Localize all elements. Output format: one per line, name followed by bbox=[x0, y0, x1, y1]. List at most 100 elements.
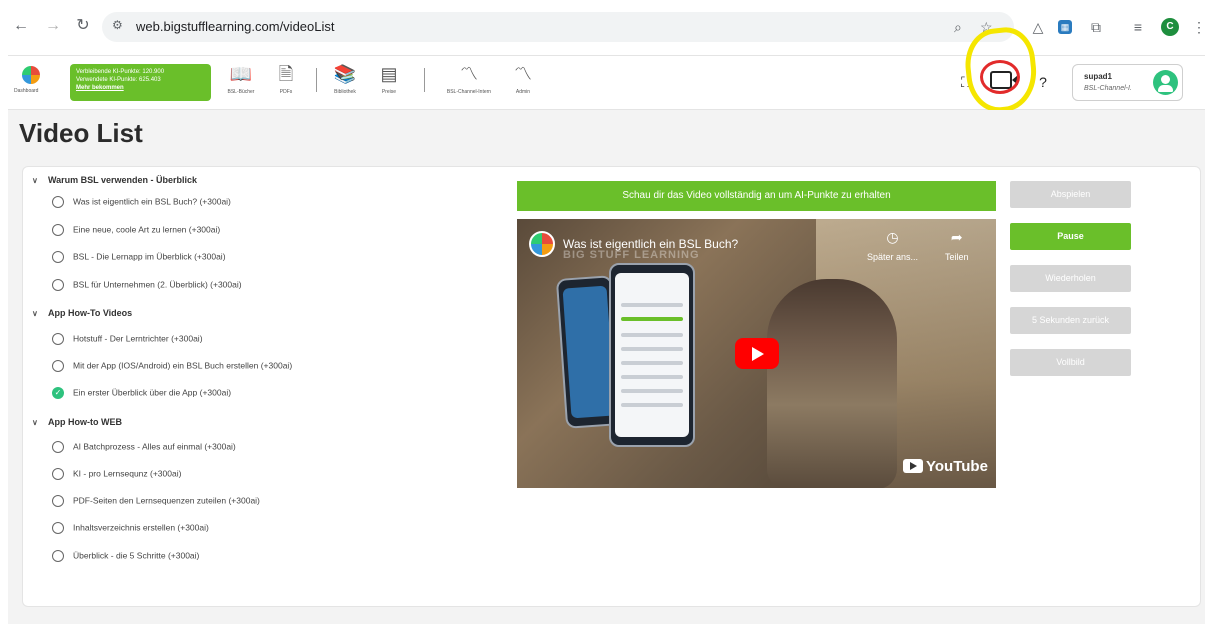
youtube-video-player[interactable]: BIG STUFF LEARNING Was ist eigentlich ei… bbox=[517, 219, 996, 488]
forward-arrow-icon[interactable]: → bbox=[42, 15, 64, 37]
pause-button[interactable]: Pause bbox=[1010, 223, 1131, 250]
list-item[interactable]: Überblick - die 5 Schritte (+300ai) bbox=[52, 550, 199, 562]
video-label: Überblick - die 5 Schritte (+300ai) bbox=[73, 550, 200, 561]
list-item[interactable]: ✓ Ein erster Überblick über die App (+300… bbox=[52, 387, 231, 399]
video-label: PDF-Seiten den Lernsequenzen zuteilen (+… bbox=[73, 495, 260, 506]
radio-unchecked-icon[interactable] bbox=[52, 360, 64, 372]
nav-label: Admin bbox=[515, 89, 531, 95]
extensions-puzzle-icon[interactable]: ⧉ bbox=[1086, 17, 1106, 37]
nav-item-pdfs[interactable]: 🗎 PDFs bbox=[261, 61, 311, 105]
nav-divider bbox=[424, 68, 425, 92]
video-label: Was ist eigentlich ein BSL Buch? (+300ai… bbox=[73, 196, 231, 207]
section-title-text: App How-to WEB bbox=[48, 417, 122, 427]
address-bar[interactable]: ⚙ web.bigstufflearning.com/videoList ⌕ ☆ bbox=[102, 12, 1014, 42]
phone-ui-bar bbox=[621, 403, 683, 407]
video-label: Hotstuff - Der Lerntrichter (+300ai) bbox=[73, 333, 203, 344]
nav-label: Bibliothek bbox=[334, 89, 356, 95]
nav-divider bbox=[316, 68, 317, 92]
list-item[interactable]: BSL für Unternehmen (2. Überblick) (+300… bbox=[52, 279, 242, 291]
nav-label: PDFs bbox=[279, 89, 293, 95]
pricing-icon: ▤ bbox=[380, 64, 398, 84]
radio-unchecked-icon[interactable] bbox=[52, 196, 64, 208]
page-title: Video List bbox=[19, 118, 143, 148]
red-highlight-circle bbox=[980, 60, 1020, 94]
nav-item-bsl-books[interactable]: 📖 BSL-Bücher bbox=[216, 61, 266, 105]
radio-unchecked-icon[interactable] bbox=[52, 468, 64, 480]
user-channel: BSL-Channel-I. bbox=[1084, 85, 1132, 92]
user-card[interactable]: supad1 BSL-Channel-I. bbox=[1072, 64, 1183, 101]
section-header-app-howto[interactable]: ∨ App How-To Videos bbox=[32, 308, 132, 318]
video-label: BSL - Die Lernapp im Überblick (+300ai) bbox=[73, 251, 226, 262]
radio-unchecked-icon[interactable] bbox=[52, 550, 64, 562]
fullscreen-button[interactable]: Vollbild bbox=[1010, 349, 1131, 376]
url-text[interactable]: web.bigstufflearning.com/videoList bbox=[136, 19, 335, 34]
nav-item-pricing[interactable]: ▤ Preise bbox=[364, 61, 414, 105]
section-header-app-howto-web[interactable]: ∨ App How-to WEB bbox=[32, 417, 122, 427]
list-item[interactable]: PDF-Seiten den Lernsequenzen zuteilen (+… bbox=[52, 495, 260, 507]
radio-unchecked-icon[interactable] bbox=[52, 333, 64, 345]
radio-unchecked-icon[interactable] bbox=[52, 495, 64, 507]
chevron-down-icon: ∨ bbox=[32, 418, 38, 427]
list-item[interactable]: KI - pro Lernsequnz (+300ai) bbox=[52, 468, 181, 480]
share-button[interactable]: ➦ Teilen bbox=[945, 229, 969, 262]
share-arrow-icon: ➦ bbox=[950, 229, 963, 245]
nav-item-bsl-channel[interactable]: 〽 BSL-Channel-Intern bbox=[444, 61, 494, 105]
reload-icon[interactable]: ↻ bbox=[72, 15, 94, 37]
list-item[interactable]: Eine neue, coole Art zu lernen (+300ai) bbox=[52, 224, 220, 236]
list-item[interactable]: AI Batchprozess - Alles auf einmal (+300… bbox=[52, 441, 236, 453]
nav-item-library[interactable]: 📚 Bibliothek bbox=[320, 61, 370, 105]
rewind-5-seconds-button[interactable]: 5 Sekunden zurück bbox=[1010, 307, 1131, 334]
dashboard-logo-icon[interactable] bbox=[22, 66, 40, 84]
extension-app-icon[interactable]: ▦ bbox=[1058, 20, 1072, 34]
back-arrow-icon[interactable]: ← bbox=[10, 15, 32, 37]
ai-points-box[interactable]: Verbleibende KI-Punkte: 120.900 Verwende… bbox=[70, 64, 211, 101]
video-label: Ein erster Überblick über die App (+300a… bbox=[73, 387, 232, 398]
play-icon[interactable] bbox=[735, 338, 779, 369]
phone-ui-bar bbox=[621, 303, 683, 307]
youtube-logo[interactable]: YouTube bbox=[903, 458, 988, 475]
book-icon: 📖 bbox=[229, 64, 253, 84]
get-more-points-link[interactable]: Mehr bekommen bbox=[76, 84, 205, 92]
section-title-text: App How-To Videos bbox=[48, 308, 133, 318]
channel-logo-icon[interactable] bbox=[529, 231, 555, 257]
radio-unchecked-icon[interactable] bbox=[52, 224, 64, 236]
radio-unchecked-icon[interactable] bbox=[52, 522, 64, 534]
profile-avatar[interactable]: C bbox=[1161, 18, 1179, 36]
rss-icon: 〽 bbox=[460, 64, 478, 84]
dashboard-label[interactable]: Dashboard bbox=[14, 88, 38, 94]
radio-unchecked-icon[interactable] bbox=[52, 251, 64, 263]
share-label: Teilen bbox=[945, 252, 969, 262]
site-settings-icon[interactable]: ⚙ bbox=[112, 18, 123, 32]
nav-label: Preise bbox=[381, 89, 397, 95]
section-header-why-bsl[interactable]: ∨ Warum BSL verwenden - Überblick bbox=[32, 175, 197, 185]
list-item[interactable]: Mit der App (IOS/Android) ein BSL Buch e… bbox=[52, 360, 292, 372]
repeat-button[interactable]: Wiederholen bbox=[1010, 265, 1131, 292]
radio-unchecked-icon[interactable] bbox=[52, 441, 64, 453]
zoom-icon[interactable]: ⌕ bbox=[954, 19, 962, 36]
phone-ui-bar bbox=[621, 317, 683, 321]
points-remaining: Verbleibende KI-Punkte: 120.900 bbox=[76, 69, 165, 75]
list-item[interactable]: BSL - Die Lernapp im Überblick (+300ai) bbox=[52, 251, 226, 263]
list-item[interactable]: Was ist eigentlich ein BSL Buch? (+300ai… bbox=[52, 196, 231, 208]
library-icon: 📚 bbox=[333, 64, 357, 84]
checkmark-icon[interactable]: ✓ bbox=[52, 387, 64, 399]
reading-list-icon[interactable]: ≡ bbox=[1128, 17, 1148, 37]
nav-label: BSL-Channel-Intern bbox=[446, 89, 492, 95]
drive-icon[interactable]: △ bbox=[1028, 17, 1048, 37]
browser-menu-icon[interactable]: ⋮ bbox=[1189, 17, 1209, 37]
video-label: Eine neue, coole Art zu lernen (+300ai) bbox=[73, 224, 221, 235]
list-item[interactable]: Inhaltsverzeichnis erstellen (+300ai) bbox=[52, 522, 209, 534]
video-title[interactable]: Was ist eigentlich ein BSL Buch? bbox=[563, 237, 738, 251]
points-used: Verwendete KI-Punkte: 625.403 bbox=[76, 77, 161, 83]
phone-ui-bar bbox=[621, 333, 683, 337]
nav-item-admin[interactable]: 〽 Admin bbox=[498, 61, 548, 105]
phone-ui-bar bbox=[621, 347, 683, 351]
video-label: AI Batchprozess - Alles auf einmal (+300… bbox=[73, 441, 236, 452]
list-item[interactable]: Hotstuff - Der Lerntrichter (+300ai) bbox=[52, 333, 203, 345]
watch-later-button[interactable]: ◷ Später ans... bbox=[867, 229, 918, 262]
youtube-play-icon bbox=[903, 459, 923, 473]
play-button[interactable]: Abspielen bbox=[1010, 181, 1131, 208]
radio-unchecked-icon[interactable] bbox=[52, 279, 64, 291]
phone-ui-bar bbox=[621, 361, 683, 365]
rss-icon: 〽 bbox=[514, 64, 532, 84]
